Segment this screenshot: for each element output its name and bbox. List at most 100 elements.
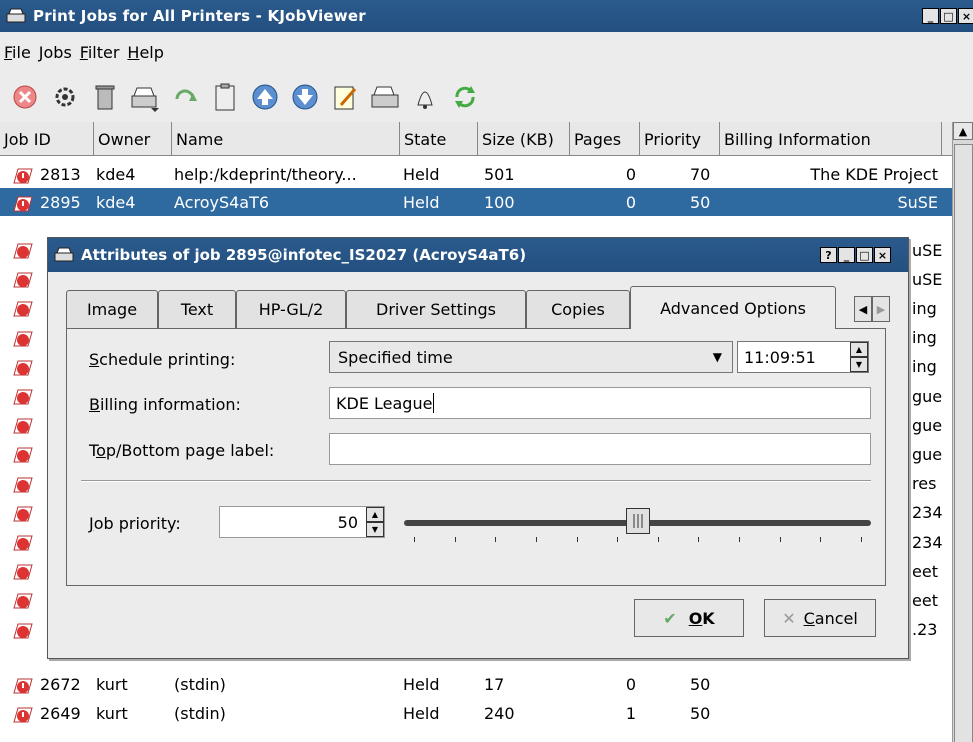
table-cell-billing-fragment: res xyxy=(912,474,937,494)
table-row[interactable]: 2672 kurt (stdin) Held 17 0 50 xyxy=(0,670,952,698)
close-button[interactable]: × xyxy=(874,247,891,263)
text-cursor xyxy=(433,393,435,413)
spin-down-icon[interactable]: ▼ xyxy=(850,357,868,372)
menu-file[interactable]: File xyxy=(4,43,31,62)
table-row[interactable]: 2813 kde4 help:/kdeprint/theory... Held 501 0… xyxy=(0,160,952,188)
scroll-thumb[interactable] xyxy=(954,144,973,742)
printer-icon[interactable] xyxy=(368,80,402,114)
ok-label: OK xyxy=(688,608,715,628)
dialog-titlebar[interactable]: Attributes of job 2895@infotec_IS2027 (A… xyxy=(48,238,908,272)
column-header[interactable]: State xyxy=(400,122,478,156)
printer-app-icon xyxy=(6,8,26,23)
table-cell-name: help:/kdeprint/theory... xyxy=(174,164,357,184)
schedule-printing-select[interactable]: Specified time ▼ xyxy=(329,341,733,373)
table-cell-billing xyxy=(722,699,938,727)
maximize-button[interactable]: □ xyxy=(856,247,873,263)
close-button[interactable]: × xyxy=(958,8,973,24)
table-cell-billing: SuSE xyxy=(897,192,938,212)
job-priority-value: 50 xyxy=(337,512,358,532)
tab-image[interactable]: Image xyxy=(66,290,158,328)
tab-scroll-left-icon[interactable]: ◀ xyxy=(854,296,872,322)
table-cell-state: Held xyxy=(403,192,440,212)
column-header[interactable]: Size (KB) xyxy=(478,122,570,156)
help-button[interactable]: ? xyxy=(820,247,837,263)
column-header[interactable]: Priority xyxy=(640,122,720,156)
table-cell-billing-fragment: uSE xyxy=(912,269,942,289)
table-row[interactable]: 2649 kurt (stdin) Held 240 1 50 xyxy=(0,699,952,727)
table-cell-size: 240 xyxy=(484,703,515,723)
spin-up-icon[interactable]: ▲ xyxy=(850,342,868,357)
tab-hpgl2[interactable]: HP-GL/2 xyxy=(236,290,346,328)
column-header[interactable]: Name xyxy=(172,122,400,156)
settings-icon[interactable] xyxy=(48,80,82,114)
tab-copies[interactable]: Copies xyxy=(526,290,630,328)
table-cell-pages: 0 xyxy=(625,192,636,212)
schedule-time-value: 11:09:51 xyxy=(744,347,816,367)
table-cell-billing-fragment: eet xyxy=(912,561,938,581)
held-job-icon xyxy=(13,623,33,639)
trash-icon[interactable] xyxy=(88,80,122,114)
column-header[interactable]: Billing Information xyxy=(720,122,942,156)
table-scrollbar[interactable]: ▲ xyxy=(952,122,973,742)
window-titlebar[interactable]: Print Jobs for All Printers - KJobViewer… xyxy=(0,0,973,32)
column-header[interactable]: Owner xyxy=(94,122,172,156)
slider-tick xyxy=(414,537,415,542)
cancel-button[interactable]: ✕ Cancel xyxy=(764,599,876,637)
table-cell-owner: kurt xyxy=(96,703,128,723)
job-priority-spinbox[interactable]: 50 ▲ ▼ xyxy=(219,506,385,538)
table-cell-billing-fragment: 234 xyxy=(912,503,942,523)
table-cell-pages: 0 xyxy=(625,674,636,694)
slider-tick xyxy=(657,537,659,542)
menu-filter[interactable]: Filter xyxy=(80,43,120,62)
held-job-icon xyxy=(13,196,33,212)
table-cell-billing-fragment: gue xyxy=(912,415,942,435)
table-cell-priority: 50 xyxy=(690,674,711,694)
scroll-up-icon[interactable]: ▲ xyxy=(953,122,973,140)
bell-icon[interactable] xyxy=(408,80,442,114)
printer-move-icon[interactable] xyxy=(128,80,162,114)
page-label-input[interactable] xyxy=(329,433,871,465)
table-cell-billing-fragment: .23 xyxy=(912,620,938,640)
tab-bar: Image Text HP-GL/2 Driver Settings Copie… xyxy=(66,286,896,329)
refresh-icon[interactable] xyxy=(448,80,482,114)
tab-advanced-options[interactable]: Advanced Options xyxy=(630,286,836,329)
tab-text[interactable]: Text xyxy=(158,290,236,328)
ok-button[interactable]: ✔ OK xyxy=(634,599,744,637)
table-row[interactable]: 2895 kde4 AcroyS4aT6 Held 100 0 50 SuSE xyxy=(0,188,952,216)
clipboard-icon[interactable] xyxy=(208,80,242,114)
stop-icon[interactable] xyxy=(8,80,42,114)
table-cell-billing xyxy=(722,670,938,698)
table-cell-pages: 0 xyxy=(625,164,636,184)
schedule-printing-label: Schedule printing: xyxy=(89,350,236,369)
spin-down-icon[interactable]: ▼ xyxy=(366,522,384,537)
advanced-options-panel: Schedule printing: Specified time ▼ 11:0… xyxy=(66,328,886,586)
table-cell-owner: kde4 xyxy=(96,164,136,184)
cancel-label: Cancel xyxy=(803,608,858,628)
schedule-time-spinbox[interactable]: 11:09:51 ▲ ▼ xyxy=(737,341,869,373)
spin-up-icon[interactable]: ▲ xyxy=(366,507,384,522)
slider-tick xyxy=(820,537,822,542)
priority-slider-handle[interactable] xyxy=(625,508,650,534)
move-up-icon[interactable] xyxy=(248,80,282,114)
menu-jobs[interactable]: Jobs xyxy=(39,43,72,62)
table-cell-name: AcroyS4aT6 xyxy=(174,192,270,212)
held-job-icon xyxy=(13,243,33,259)
edit-icon[interactable] xyxy=(328,80,362,114)
restart-icon[interactable] xyxy=(168,80,202,114)
column-header[interactable]: Job ID xyxy=(0,122,94,156)
slider-tick xyxy=(739,537,741,542)
held-job-icon xyxy=(13,447,33,463)
move-down-icon[interactable] xyxy=(288,80,322,114)
billing-information-input[interactable]: KDE League xyxy=(329,387,871,419)
maximize-button[interactable]: □ xyxy=(940,8,957,24)
table-cell-billing-fragment: gue xyxy=(912,386,942,406)
held-job-icon xyxy=(13,564,33,580)
column-header[interactable]: Pages xyxy=(570,122,640,156)
minimize-button[interactable]: _ xyxy=(922,8,939,24)
tab-driver-settings[interactable]: Driver Settings xyxy=(346,290,526,328)
held-job-icon xyxy=(13,593,33,609)
minimize-button[interactable]: _ xyxy=(838,247,855,263)
chevron-down-icon: ▼ xyxy=(712,350,722,364)
menu-help[interactable]: Help xyxy=(127,43,163,62)
tab-scroll-right-icon[interactable]: ▶ xyxy=(872,296,890,322)
